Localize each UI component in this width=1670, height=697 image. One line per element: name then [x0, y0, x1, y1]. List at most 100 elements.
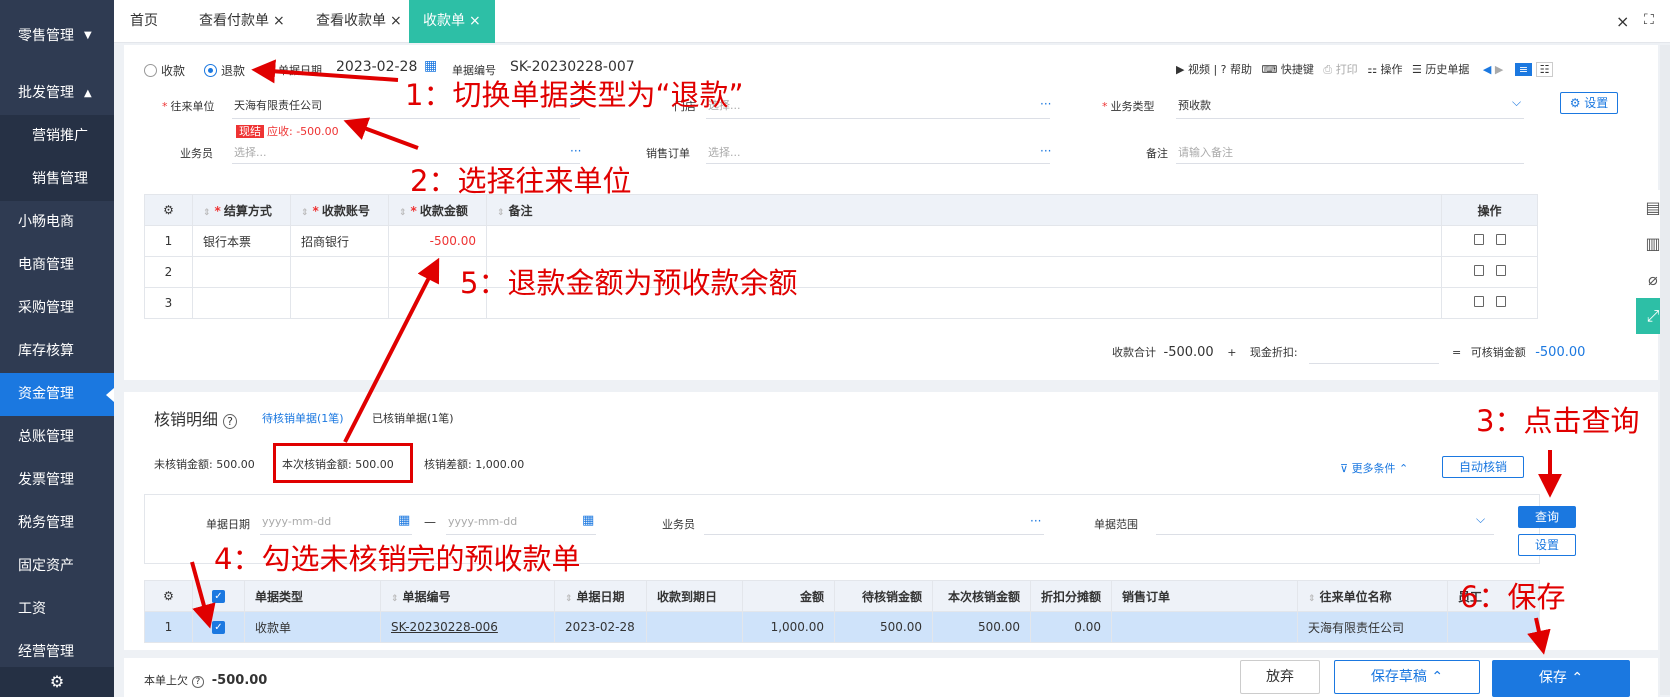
table-settings-icon[interactable]: ⚙	[144, 580, 193, 612]
biztype-select[interactable]: 预收款	[1178, 97, 1211, 113]
more-icon[interactable]: ···	[570, 144, 581, 158]
sidebar-item-tax[interactable]: 税务管理	[0, 502, 114, 545]
cell-method[interactable]: 银行本票	[192, 225, 291, 257]
sidebar-item-marketing[interactable]: 营销推广	[0, 115, 114, 158]
doc-link[interactable]: SK-20230228-006	[380, 611, 555, 643]
sidebar-item-ecommerce[interactable]: 电商管理	[0, 244, 114, 287]
more-icon[interactable]: ···	[1040, 97, 1051, 111]
close-icon[interactable]: ×	[273, 13, 285, 29]
tab-receipt[interactable]: 收款单 ×	[409, 0, 495, 43]
table-settings-icon[interactable]: ⚙	[144, 194, 193, 226]
cell-current[interactable]: 500.00	[932, 611, 1031, 643]
highlight-box	[273, 443, 413, 483]
calendar-icon[interactable]: ▦	[398, 513, 410, 528]
tab-done[interactable]: 已核销单据(1笔)	[372, 410, 454, 426]
next-icon[interactable]: ▶	[1495, 63, 1503, 76]
tool-label: 帮助	[1230, 63, 1253, 76]
chevron-down-icon[interactable]: ⌵	[1476, 512, 1485, 527]
select-all-checkbox[interactable]: ✓	[192, 580, 245, 612]
col-header: ⇕ 单据日期	[554, 580, 647, 612]
sidebar-item-assets[interactable]: 固定资产	[0, 545, 114, 588]
table-row[interactable]: 1 ✓ 收款单 SK-20230228-006 2023-02-28 1,000…	[144, 611, 1540, 643]
cell-method[interactable]	[192, 256, 291, 288]
order-input[interactable]: 选择...	[708, 144, 741, 160]
cell-remark[interactable]	[486, 225, 1442, 257]
sidebar-item-retail[interactable]: 零售管理 ▼	[0, 0, 114, 72]
tab-view-payment[interactable]: 查看付款单 ×	[199, 0, 285, 43]
history-button[interactable]: ☰ 历史单据	[1412, 63, 1469, 76]
remark-input[interactable]: 请输入备注	[1178, 144, 1233, 160]
settings-button[interactable]: ⚙ 设置	[1560, 92, 1618, 114]
cell-discount[interactable]: 0.00	[1029, 611, 1113, 643]
auto-writeoff-button[interactable]: 自动核销	[1442, 456, 1524, 478]
cell-account[interactable]: 招商银行	[290, 225, 389, 257]
sidebar-item-purchase[interactable]: 采购管理	[0, 287, 114, 330]
print-button[interactable]: ⎙ 打印	[1323, 63, 1357, 76]
more-icon[interactable]: ···	[1030, 514, 1041, 528]
filter-settings-button[interactable]: 设置	[1518, 534, 1576, 556]
partner-input[interactable]: 天海有限责任公司	[234, 97, 322, 113]
close-icon[interactable]: ×	[1616, 12, 1629, 31]
help-icon[interactable]: ?	[191, 676, 205, 688]
sidebar-item-wholesale[interactable]: 批发管理 ▲	[0, 72, 114, 115]
sidebar-item-inventory[interactable]: 库存核算	[0, 330, 114, 373]
radio-refund[interactable]: 退款	[204, 62, 245, 79]
more-icon[interactable]: ···	[1040, 144, 1051, 158]
copy-icon[interactable]	[1495, 296, 1506, 307]
cell-ops	[1441, 287, 1538, 319]
more-conditions[interactable]: ⊽ 更多条件 ⌃	[1340, 460, 1408, 476]
fullscreen-icon[interactable]: ⛶	[1644, 12, 1654, 28]
tab-home[interactable]: 首页	[130, 0, 158, 43]
query-button[interactable]: 查询	[1518, 506, 1576, 528]
radio-receive[interactable]: 收款	[144, 62, 185, 79]
sidebar-item-invoice[interactable]: 发票管理	[0, 459, 114, 502]
table-row[interactable]: 1 银行本票 招商银行 -500.00	[144, 225, 1538, 257]
sidebar-item-salary[interactable]: 工资	[0, 588, 114, 631]
calendar-icon[interactable]: ▦	[582, 513, 594, 528]
filter-range-label: 单据范围	[1094, 518, 1138, 531]
sidebar-item-xiaochang[interactable]: 小畅电商	[0, 201, 114, 244]
cell-amount[interactable]: -500.00	[388, 225, 487, 257]
prev-icon[interactable]: ◀	[1483, 63, 1491, 76]
copy-icon[interactable]	[1495, 234, 1506, 245]
sidebar-item-funds[interactable]: 资金管理	[0, 373, 114, 416]
col-header: ⇕ * 收款账号	[290, 194, 389, 226]
button-label: 保存	[1538, 670, 1567, 686]
close-icon[interactable]: ×	[469, 13, 481, 29]
copy-icon[interactable]	[1495, 265, 1506, 276]
video-button[interactable]: ▶ 视频	[1176, 63, 1210, 76]
discard-button[interactable]: 放弃	[1240, 660, 1320, 694]
tab-view-receipt[interactable]: 查看收款单 ×	[316, 0, 402, 43]
tool-label: 历史单据	[1425, 63, 1470, 76]
clerk-input[interactable]: 选择...	[234, 144, 267, 160]
radio-icon	[144, 64, 157, 77]
chevron-down-icon: ▼	[84, 30, 92, 41]
save-button[interactable]: 保存 ⌃	[1492, 660, 1630, 697]
cell-method[interactable]	[192, 287, 291, 319]
help-button[interactable]: ? 帮助	[1221, 63, 1252, 76]
tab-pending[interactable]: 待核销单据(1笔)	[262, 410, 344, 426]
shortcut-button[interactable]: ⌨ 快捷键	[1262, 63, 1314, 76]
list-view-icon[interactable]: ≡	[1514, 63, 1533, 76]
cell-date: 2023-02-28	[554, 611, 647, 643]
close-icon[interactable]: ×	[390, 13, 402, 29]
gear-icon[interactable]: ⚙	[0, 667, 114, 697]
delete-icon[interactable]	[1473, 234, 1484, 245]
chevron-down-icon[interactable]: ⌵	[1512, 95, 1521, 110]
delete-icon[interactable]	[1473, 265, 1484, 276]
cell-account[interactable]	[290, 256, 389, 288]
card-view-icon[interactable]: ☷	[1535, 62, 1554, 77]
row-checkbox[interactable]: ✓	[192, 611, 245, 643]
save-draft-button[interactable]: 保存草稿 ⌃	[1334, 660, 1480, 694]
operate-button[interactable]: ⚏ 操作	[1367, 63, 1402, 76]
table-row[interactable]: 3	[144, 287, 1538, 319]
delete-icon[interactable]	[1473, 296, 1484, 307]
cell-account[interactable]	[290, 287, 389, 319]
scrollbar[interactable]	[1660, 45, 1670, 695]
sidebar-item-sales[interactable]: 销售管理	[0, 158, 114, 201]
filter-date-end[interactable]: yyyy-mm-dd	[448, 515, 517, 528]
sidebar-item-ledger[interactable]: 总账管理	[0, 416, 114, 459]
help-icon[interactable]: ?	[223, 414, 237, 429]
filter-date-start[interactable]: yyyy-mm-dd	[262, 515, 331, 528]
table-row[interactable]: 2	[144, 256, 1538, 288]
